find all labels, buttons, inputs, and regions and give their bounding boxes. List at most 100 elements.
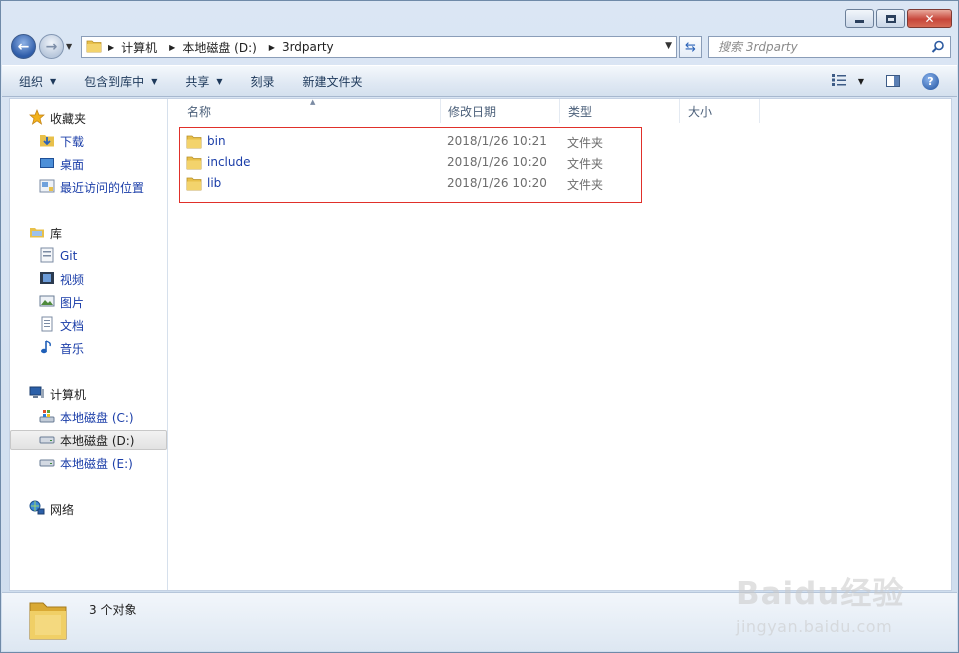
breadcrumb-3rdparty[interactable]: 3rdparty	[282, 40, 334, 54]
search-icon[interactable]	[931, 40, 945, 57]
address-dropdown-icon[interactable]: ▼	[665, 41, 672, 51]
sidebar-computer[interactable]: 计算机	[29, 384, 86, 404]
caption-buttons: ✕	[843, 9, 952, 28]
sidebar-item-recent-places[interactable]: 最近访问的位置	[39, 177, 144, 197]
file-modified: 2018/1/26 10:20	[447, 176, 547, 190]
sidebar-item-label: 下载	[60, 134, 85, 149]
include-in-library-label: 包含到库中	[84, 74, 145, 89]
search-input[interactable]	[718, 40, 918, 54]
sidebar-item-videos[interactable]: 视频	[39, 269, 84, 289]
sidebar-item-pictures[interactable]: 图片	[39, 292, 84, 312]
git-library-icon	[39, 247, 55, 266]
address-bar[interactable]: ▶ 计算机 ▶ 本地磁盘 (D:) ▶ 3rdparty ▼	[81, 36, 677, 58]
file-row[interactable]: include 2018/1/26 10:20 文件夹	[180, 152, 640, 173]
drive-icon	[39, 431, 55, 450]
recent-pages-dropdown[interactable]: ▼	[66, 42, 72, 51]
preview-pane-button[interactable]	[886, 75, 900, 87]
sidebar-favorites[interactable]: 收藏夹	[29, 108, 86, 128]
breadcrumb-separator-icon[interactable]: ▶	[108, 43, 114, 52]
sidebar-item-label: 本地磁盘 (C:)	[60, 410, 134, 425]
column-header-label: 大小	[688, 104, 713, 119]
sidebar-computer-label: 计算机	[50, 387, 87, 402]
file-type: 文件夹	[567, 178, 604, 192]
sidebar-item-label: 视频	[60, 272, 85, 287]
star-icon	[29, 108, 45, 128]
forward-button[interactable]: →	[39, 34, 64, 59]
sidebar-item-drive-c[interactable]: 本地磁盘 (C:)	[39, 407, 134, 427]
sidebar-item-drive-e[interactable]: 本地磁盘 (E:)	[39, 453, 133, 473]
column-header-modified[interactable]: 修改日期	[439, 99, 560, 123]
sidebar-favorites-label: 收藏夹	[50, 111, 87, 126]
file-name[interactable]: lib	[207, 176, 221, 190]
file-row[interactable]: lib 2018/1/26 10:20 文件夹	[180, 173, 640, 194]
column-header-name[interactable]: 名称	[178, 99, 441, 123]
file-name[interactable]: include	[207, 155, 250, 169]
new-folder-label: 新建文件夹	[302, 74, 363, 89]
computer-icon	[29, 385, 45, 404]
recent-places-icon	[39, 178, 55, 197]
file-name[interactable]: bin	[207, 134, 226, 148]
folder-icon	[86, 39, 102, 56]
minimize-button[interactable]	[845, 9, 874, 28]
new-folder-button[interactable]: 新建文件夹	[303, 73, 363, 90]
share-menu[interactable]: 共享 ▼	[185, 73, 222, 90]
content-area: 收藏夹 下载 桌面 最近访问的位置 库 Git 视频 图片 文档 音乐 计算机 …	[9, 98, 952, 591]
search-box[interactable]	[708, 36, 951, 58]
library-icon	[29, 224, 45, 243]
back-button[interactable]: ←	[11, 34, 36, 59]
view-dropdown-icon[interactable]: ▼	[858, 77, 864, 86]
breadcrumb-separator-icon[interactable]: ▶	[269, 43, 275, 52]
column-header-size[interactable]: 大小	[679, 99, 760, 123]
file-modified: 2018/1/26 10:20	[447, 155, 547, 169]
file-row[interactable]: bin 2018/1/26 10:21 文件夹	[180, 131, 640, 152]
video-icon	[39, 270, 55, 289]
sidebar-item-documents[interactable]: 文档	[39, 315, 84, 335]
document-icon	[39, 316, 55, 335]
sidebar-item-label: 文档	[60, 318, 85, 333]
sidebar-network[interactable]: 网络	[29, 499, 74, 519]
sidebar-item-git[interactable]: Git	[39, 246, 77, 266]
navigation-pane[interactable]: 收藏夹 下载 桌面 最近访问的位置 库 Git 视频 图片 文档 音乐 计算机 …	[10, 99, 168, 590]
close-icon: ✕	[924, 11, 935, 26]
sidebar-libraries[interactable]: 库	[29, 223, 62, 243]
chevron-down-icon: ▼	[216, 76, 223, 86]
maximize-button[interactable]	[876, 9, 905, 28]
minimize-icon	[855, 20, 864, 23]
item-count: 3 个对象	[89, 603, 137, 617]
help-icon: ?	[927, 74, 934, 88]
arrow-right-icon: →	[45, 38, 58, 55]
watermark-url: jingyan.baidu.com	[736, 617, 893, 636]
network-icon	[29, 500, 45, 519]
sidebar-network-label: 网络	[50, 502, 75, 517]
include-in-library-menu[interactable]: 包含到库中 ▼	[84, 73, 157, 90]
sidebar-item-drive-d[interactable]: 本地磁盘 (D:)	[10, 430, 167, 450]
watermark: Baidu经验 jingyan.baidu.com	[736, 568, 904, 636]
sidebar-item-music[interactable]: 音乐	[39, 338, 84, 358]
organize-menu[interactable]: 组织 ▼	[19, 73, 56, 90]
watermark-brand: Baidu经验	[736, 576, 905, 612]
music-note-icon	[39, 339, 55, 358]
desktop-icon	[39, 155, 55, 174]
sidebar-item-label: 图片	[60, 295, 85, 310]
navigation-row: ← → ▼ ▶ 计算机 ▶ 本地磁盘 (D:) ▶ 3rdparty ▼ ⇆	[9, 34, 952, 60]
command-bar: 组织 ▼ 包含到库中 ▼ 共享 ▼ 刻录 新建文件夹 ▼ ?	[2, 65, 957, 97]
burn-button[interactable]: 刻录	[251, 73, 275, 90]
refresh-icon: ⇆	[685, 39, 696, 55]
breadcrumb-separator-icon[interactable]: ▶	[169, 43, 175, 52]
sidebar-item-label: 本地磁盘 (E:)	[60, 456, 133, 471]
large-folder-icon	[27, 599, 69, 646]
refresh-button[interactable]: ⇆	[679, 36, 702, 58]
sidebar-item-desktop[interactable]: 桌面	[39, 154, 84, 174]
sidebar-item-downloads[interactable]: 下载	[39, 131, 84, 151]
column-header-type[interactable]: 类型	[559, 99, 680, 123]
breadcrumb-computer[interactable]: 计算机	[121, 39, 157, 56]
file-type: 文件夹	[567, 136, 604, 150]
details-view-icon	[831, 73, 846, 89]
close-button[interactable]: ✕	[907, 9, 952, 28]
file-list[interactable]: ▲ 名称 修改日期 类型 大小 bin 2018/1/26 10:21 文件夹 …	[169, 98, 951, 590]
change-view-button[interactable]: ▼	[831, 73, 864, 89]
folder-icon	[186, 155, 202, 173]
breadcrumb-drive-d[interactable]: 本地磁盘 (D:)	[182, 39, 256, 56]
help-button[interactable]: ?	[922, 72, 939, 90]
picture-icon	[39, 293, 55, 312]
